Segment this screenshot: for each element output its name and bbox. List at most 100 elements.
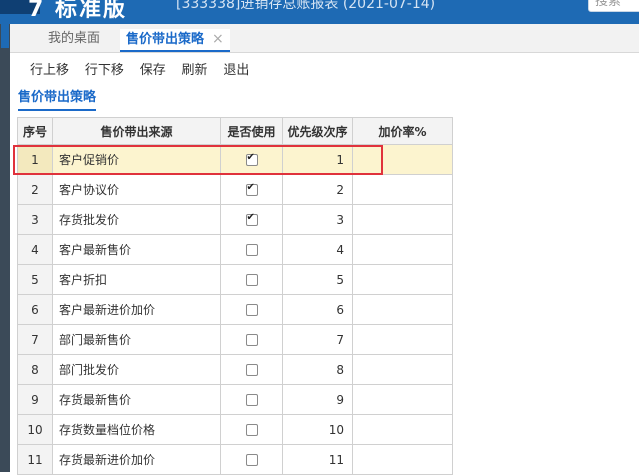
col-header-seq: 序号 (17, 117, 53, 145)
toolbar: 行上移 行下移 保存 刷新 退出 (30, 59, 261, 79)
price-source-cell[interactable]: 存货最新进价加价 (52, 444, 221, 475)
move-up-button[interactable]: 行上移 (30, 63, 69, 78)
use-cell[interactable] (220, 204, 283, 235)
close-icon[interactable]: × (212, 31, 224, 47)
use-cell[interactable] (220, 414, 283, 445)
use-cell[interactable] (220, 264, 283, 295)
use-checkbox[interactable] (245, 424, 258, 436)
priority-cell[interactable]: 7 (282, 324, 353, 355)
markup-cell[interactable] (352, 174, 453, 205)
search-box[interactable]: 搜索 (588, 0, 639, 12)
table-row[interactable]: 6 客户最新进价加价 6 (17, 294, 453, 325)
use-checkbox[interactable] (245, 244, 258, 256)
priority-cell[interactable]: 9 (282, 384, 353, 415)
move-down-button[interactable]: 行下移 (85, 63, 124, 78)
use-cell[interactable] (220, 354, 283, 385)
use-cell[interactable] (220, 384, 283, 415)
table-row[interactable]: 1客户促销价1 (17, 144, 453, 175)
table-row[interactable]: 2客户协议价2 (17, 174, 453, 205)
use-cell[interactable] (220, 294, 283, 325)
table-row[interactable]: 5 客户折扣 5 (17, 264, 453, 295)
priority-cell[interactable]: 10 (282, 414, 353, 445)
priority-cell[interactable]: 8 (282, 354, 353, 385)
priority-cell[interactable]: 5 (282, 264, 353, 295)
col-header-priority: 优先级次序 (282, 117, 353, 145)
strategy-grid: 序号 售价带出来源 是否使用 优先级次序 加价率% 1客户促销价12客户协议价2… (17, 117, 453, 475)
use-cell[interactable] (220, 444, 283, 475)
use-cell[interactable] (220, 234, 283, 265)
row-seq: 9 (17, 384, 53, 415)
tab-label: 我的桌面 (48, 31, 101, 46)
tab-price-strategy[interactable]: 售价带出策略 × (120, 29, 230, 52)
priority-cell[interactable]: 1 (282, 144, 353, 175)
table-row[interactable]: 10 存货数量档位价格 10 (17, 414, 453, 445)
section-title: 售价带出策略 (18, 86, 97, 111)
use-checkbox[interactable] (245, 334, 258, 346)
price-source-cell[interactable]: 客户最新售价 (52, 234, 221, 265)
price-source-cell[interactable]: 客户协议价 (52, 174, 221, 205)
refresh-button[interactable]: 刷新 (182, 63, 208, 78)
use-checkbox[interactable] (245, 152, 258, 166)
use-checkbox[interactable] (245, 182, 258, 196)
col-header-source: 售价带出来源 (52, 117, 221, 145)
priority-cell[interactable]: 11 (282, 444, 353, 475)
table-row[interactable]: 4 客户最新售价 4 (17, 234, 453, 265)
use-cell[interactable] (220, 324, 283, 355)
priority-cell[interactable]: 2 (282, 174, 353, 205)
priority-cell[interactable]: 4 (282, 234, 353, 265)
collapse-handle[interactable] (1, 24, 9, 48)
row-seq: 11 (17, 444, 53, 475)
save-button[interactable]: 保存 (140, 63, 166, 78)
app-brand: 7 标准版 (28, 0, 127, 22)
col-header-use: 是否使用 (220, 117, 283, 145)
markup-cell[interactable] (352, 354, 453, 385)
exit-button[interactable]: 退出 (223, 63, 249, 78)
table-row[interactable]: 3存货批发价3 (17, 204, 453, 235)
priority-cell[interactable]: 6 (282, 294, 353, 325)
markup-cell[interactable] (352, 384, 453, 415)
use-checkbox[interactable] (245, 274, 258, 286)
price-source-cell[interactable]: 客户折扣 (52, 264, 221, 295)
app-header: 7 标准版 [333338]进销存总账报表 (2021-07-14) 搜索 (0, 0, 639, 24)
tab-label: 售价带出策略 (126, 32, 205, 47)
use-cell[interactable] (220, 144, 283, 175)
price-source-cell[interactable]: 客户促销价 (52, 144, 221, 175)
row-seq: 8 (17, 354, 53, 385)
markup-cell[interactable] (352, 144, 453, 175)
row-seq: 5 (17, 264, 53, 295)
table-row[interactable]: 9 存货最新售价 9 (17, 384, 453, 415)
row-seq: 4 (17, 234, 53, 265)
table-row[interactable]: 7 部门最新售价 7 (17, 324, 453, 355)
priority-cell[interactable]: 3 (282, 204, 353, 235)
use-checkbox[interactable] (245, 454, 258, 466)
table-row[interactable]: 8 部门批发价 8 (17, 354, 453, 385)
use-checkbox[interactable] (245, 364, 258, 376)
tab-bar: 我的桌面 售价带出策略 × (10, 24, 639, 53)
markup-cell[interactable] (352, 324, 453, 355)
markup-cell[interactable] (352, 264, 453, 295)
row-seq: 7 (17, 324, 53, 355)
table-row[interactable]: 11 存货最新进价加价 11 (17, 444, 453, 475)
price-source-cell[interactable]: 客户最新进价加价 (52, 294, 221, 325)
use-checkbox[interactable] (245, 212, 258, 226)
markup-cell[interactable] (352, 204, 453, 235)
tab-my-desktop[interactable]: 我的桌面 (48, 29, 100, 51)
use-checkbox[interactable] (245, 304, 258, 316)
row-seq: 10 (17, 414, 53, 445)
app-subtitle: [333338]进销存总账报表 (2021-07-14) (176, 0, 436, 12)
markup-cell[interactable] (352, 414, 453, 445)
col-header-markup: 加价率% (352, 117, 453, 145)
grid-header-row: 序号 售价带出来源 是否使用 优先级次序 加价率% (17, 117, 453, 145)
row-seq: 6 (17, 294, 53, 325)
use-cell[interactable] (220, 174, 283, 205)
price-source-cell[interactable]: 存货批发价 (52, 204, 221, 235)
row-seq: 2 (17, 174, 53, 205)
price-source-cell[interactable]: 存货数量档位价格 (52, 414, 221, 445)
price-source-cell[interactable]: 存货最新售价 (52, 384, 221, 415)
markup-cell[interactable] (352, 234, 453, 265)
price-source-cell[interactable]: 部门最新售价 (52, 324, 221, 355)
markup-cell[interactable] (352, 444, 453, 475)
markup-cell[interactable] (352, 294, 453, 325)
use-checkbox[interactable] (245, 394, 258, 406)
price-source-cell[interactable]: 部门批发价 (52, 354, 221, 385)
